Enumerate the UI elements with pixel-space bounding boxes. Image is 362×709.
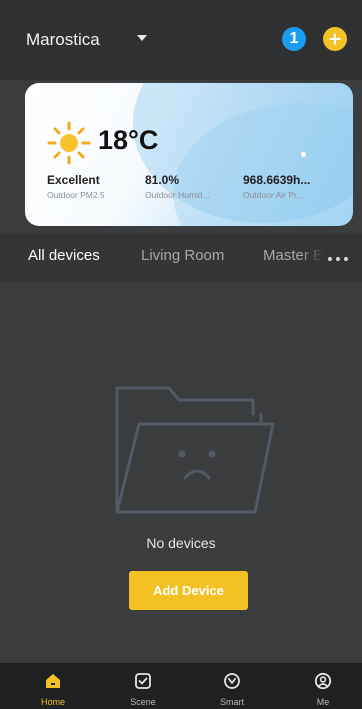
stat-pm25: Excellent Outdoor PM2.5: [47, 173, 105, 200]
more-dots-icon[interactable]: [326, 257, 350, 263]
add-device-button[interactable]: Add Device: [129, 571, 248, 610]
stat-air-pressure: 968.6639h... Outdoor Air Pr...: [243, 173, 310, 200]
empty-folder-icon: [115, 386, 275, 514]
chevron-down-icon[interactable]: [137, 35, 147, 41]
bottom-nav: Home Scene Smart Me: [0, 663, 362, 709]
nav-label: Home: [40, 697, 65, 707]
nav-me[interactable]: Me: [288, 663, 358, 709]
sun-icon: [47, 121, 91, 165]
home-icon: [46, 674, 60, 688]
nav-scene[interactable]: Scene: [108, 663, 178, 709]
stat-humidity: 81.0% Outdoor Humid...: [145, 173, 210, 200]
weather-card[interactable]: 18°C Excellent Outdoor PM2.5 81.0% Outdo…: [25, 83, 353, 226]
profile-icon: [314, 672, 332, 690]
empty-state-message: No devices: [146, 535, 216, 551]
tab-living-room[interactable]: Living Room: [141, 247, 224, 264]
stat-value: 81.0%: [145, 173, 180, 187]
stat-value: 968.6639h...: [243, 173, 311, 187]
tab-all-devices[interactable]: All devices: [28, 247, 100, 264]
stat-label: Outdoor Air Pr...: [243, 190, 304, 200]
stat-label: Outdoor PM2.5: [47, 190, 105, 200]
temperature-value: 18°C: [98, 125, 159, 155]
stat-value: Excellent: [47, 173, 100, 187]
stat-label: Outdoor Humid...: [145, 190, 210, 200]
nav-smart[interactable]: Smart: [197, 663, 267, 709]
nav-label: Scene: [130, 697, 156, 707]
smart-icon: [224, 673, 240, 689]
notification-badge[interactable]: 1: [282, 27, 306, 51]
nav-home[interactable]: Home: [18, 663, 88, 709]
nav-label: Me: [316, 697, 330, 707]
tab-fade: [300, 245, 326, 269]
card-dot-decoration: [301, 152, 306, 157]
nav-label: Smart: [219, 697, 244, 707]
room-tabs: All devices Living Room Master E: [0, 233, 362, 281]
scene-icon: [135, 673, 151, 689]
add-icon[interactable]: [323, 27, 347, 51]
home-selector-label[interactable]: Marostica: [26, 30, 100, 50]
